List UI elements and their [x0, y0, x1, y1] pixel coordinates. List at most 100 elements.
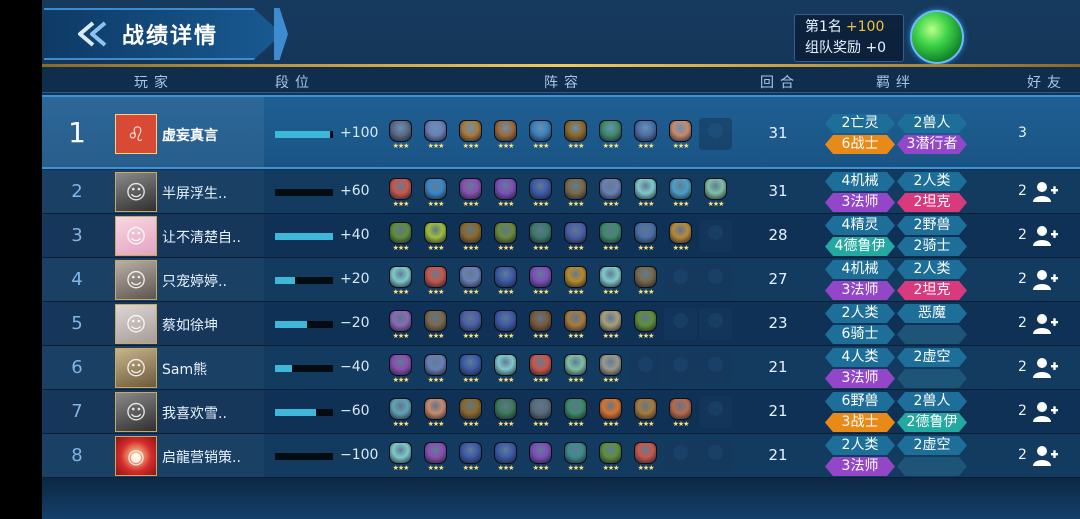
chess-unit-icon[interactable]: ★★★	[559, 308, 592, 340]
chess-unit-icon[interactable]: ★★★	[594, 118, 627, 150]
add-friend-button[interactable]	[1032, 310, 1060, 338]
chess-unit-icon[interactable]: ★★★	[384, 264, 417, 296]
star-rating-icon: ★★★	[567, 244, 585, 252]
chess-unit-icon[interactable]: ★★★	[559, 118, 592, 150]
chess-unit-icon[interactable]: ★★★	[384, 440, 417, 472]
chess-unit-icon[interactable]: ★★★	[454, 440, 487, 472]
avatar[interactable]: ◉	[115, 436, 157, 476]
chess-unit-icon[interactable]: ★★★	[594, 220, 627, 252]
chess-unit-icon[interactable]: ★★★	[454, 220, 487, 252]
chess-unit-icon[interactable]: ★★★	[489, 308, 522, 340]
chess-unit-icon[interactable]: ★★★	[699, 176, 732, 208]
chess-unit-icon[interactable]: ★★★	[384, 220, 417, 252]
chess-unit-icon[interactable]: ★★★	[594, 264, 627, 296]
chess-unit-icon[interactable]: ★★★	[629, 396, 662, 428]
chess-unit-icon[interactable]: ★★★	[559, 264, 592, 296]
chess-unit-icon[interactable]: ★★★	[559, 352, 592, 384]
chess-unit-icon[interactable]: ★★★	[524, 176, 557, 208]
chess-unit-icon[interactable]: ★★★	[384, 176, 417, 208]
player-name[interactable]: Sam熊	[162, 359, 207, 379]
avatar[interactable]: ☺	[115, 260, 157, 300]
chess-unit-icon[interactable]: ★★★	[664, 176, 697, 208]
player-name[interactable]: 启龍营销策..	[162, 447, 241, 467]
synergy-badge: 6战士	[825, 135, 895, 154]
chess-unit-icon[interactable]: ★★★	[489, 264, 522, 296]
synergy-badge-empty	[897, 457, 967, 476]
chess-unit-icon[interactable]: ★★★	[419, 440, 452, 472]
chess-unit-icon[interactable]: ★★★	[594, 308, 627, 340]
add-friend-button[interactable]	[1032, 222, 1060, 250]
chess-unit-icon[interactable]: ★★★	[629, 118, 662, 150]
chess-unit-icon[interactable]: ★★★	[629, 308, 662, 340]
chess-unit-icon[interactable]: ★★★	[629, 176, 662, 208]
player-name[interactable]: 我喜欢雪..	[162, 403, 227, 423]
player-name[interactable]: 半屏浮生..	[162, 183, 227, 203]
avatar[interactable]: ☺	[115, 304, 157, 344]
chess-unit-icon[interactable]: ★★★	[664, 396, 697, 428]
avatar[interactable]: ♌	[115, 114, 157, 154]
chess-unit-icon[interactable]: ★★★	[629, 220, 662, 252]
add-friend-button[interactable]	[1032, 354, 1060, 382]
chess-unit-icon[interactable]: ★★★	[594, 396, 627, 428]
chess-unit-icon[interactable]: ★★★	[489, 176, 522, 208]
unit-portrait	[529, 398, 552, 420]
chess-unit-icon[interactable]: ★★★	[524, 264, 557, 296]
add-friend-button[interactable]	[1032, 178, 1060, 206]
chess-unit-icon[interactable]: ★★★	[419, 396, 452, 428]
chess-unit-icon[interactable]: ★★★	[454, 176, 487, 208]
chess-unit-icon[interactable]: ★★★	[524, 352, 557, 384]
chess-unit-icon[interactable]: ★★★	[629, 440, 662, 472]
chess-unit-icon[interactable]: ★★★	[524, 396, 557, 428]
chess-unit-icon[interactable]: ★★★	[524, 118, 557, 150]
chess-unit-icon[interactable]: ★★★	[489, 352, 522, 384]
chess-unit-icon[interactable]: ★★★	[454, 118, 487, 150]
chess-unit-icon[interactable]: ★★★	[664, 118, 697, 150]
chess-unit-icon[interactable]: ★★★	[594, 352, 627, 384]
chess-unit-icon[interactable]: ★★★	[524, 220, 557, 252]
chess-unit-icon[interactable]: ★★★	[559, 220, 592, 252]
add-friend-button[interactable]	[1032, 442, 1060, 470]
avatar[interactable]: ☺	[115, 216, 157, 256]
chess-unit-icon[interactable]: ★★★	[629, 264, 662, 296]
chess-unit-icon[interactable]: ★★★	[384, 352, 417, 384]
chess-unit-icon[interactable]: ★★★	[594, 176, 627, 208]
tier-points-change: +100	[340, 125, 379, 141]
player-name[interactable]: 只宠婷婷..	[162, 271, 227, 291]
chess-unit-icon[interactable]: ★★★	[489, 220, 522, 252]
chess-unit-icon[interactable]: ★★★	[559, 176, 592, 208]
chess-unit-icon[interactable]: ★★★	[454, 308, 487, 340]
chess-unit-icon[interactable]: ★★★	[664, 220, 697, 252]
chess-unit-icon[interactable]: ★★★	[454, 264, 487, 296]
chess-unit-icon[interactable]: ★★★	[489, 118, 522, 150]
chess-unit-icon[interactable]: ★★★	[454, 352, 487, 384]
star-rating-icon: ★★★	[532, 332, 550, 340]
chess-unit-icon[interactable]: ★★★	[384, 118, 417, 150]
chess-unit-icon[interactable]: ★★★	[559, 396, 592, 428]
chess-unit-icon[interactable]: ★★★	[384, 396, 417, 428]
chess-unit-icon[interactable]: ★★★	[419, 118, 452, 150]
chess-unit-icon[interactable]: ★★★	[419, 220, 452, 252]
player-name[interactable]: 虚妄真言	[162, 125, 218, 145]
lineup-units: ★★★ ★★★ ★★★ ★★★ ★★★ ★★★ ★★★ ★★★	[384, 440, 732, 472]
avatar[interactable]: ☺	[115, 172, 157, 212]
chess-unit-icon[interactable]: ★★★	[489, 440, 522, 472]
chess-unit-icon[interactable]: ★★★	[419, 264, 452, 296]
add-friend-button[interactable]	[1032, 398, 1060, 426]
chess-unit-icon[interactable]: ★★★	[384, 308, 417, 340]
chess-unit-icon[interactable]: ★★★	[524, 440, 557, 472]
avatar[interactable]: ☺	[115, 348, 157, 388]
player-name[interactable]: 蔡如徐坤	[162, 315, 218, 335]
chess-unit-icon[interactable]: ★★★	[419, 308, 452, 340]
avatar[interactable]: ☺	[115, 392, 157, 432]
chess-unit-icon[interactable]: ★★★	[419, 352, 452, 384]
chess-unit-icon[interactable]: ★★★	[524, 308, 557, 340]
player-name[interactable]: 让不清楚自..	[162, 227, 241, 247]
add-friend-button[interactable]	[1032, 266, 1060, 294]
empty-unit-slot	[699, 308, 732, 340]
chess-unit-icon[interactable]: ★★★	[419, 176, 452, 208]
chess-unit-icon[interactable]: ★★★	[559, 440, 592, 472]
chess-unit-icon[interactable]: ★★★	[594, 440, 627, 472]
chess-unit-icon[interactable]: ★★★	[489, 396, 522, 428]
back-button[interactable]	[72, 16, 112, 52]
chess-unit-icon[interactable]: ★★★	[454, 396, 487, 428]
